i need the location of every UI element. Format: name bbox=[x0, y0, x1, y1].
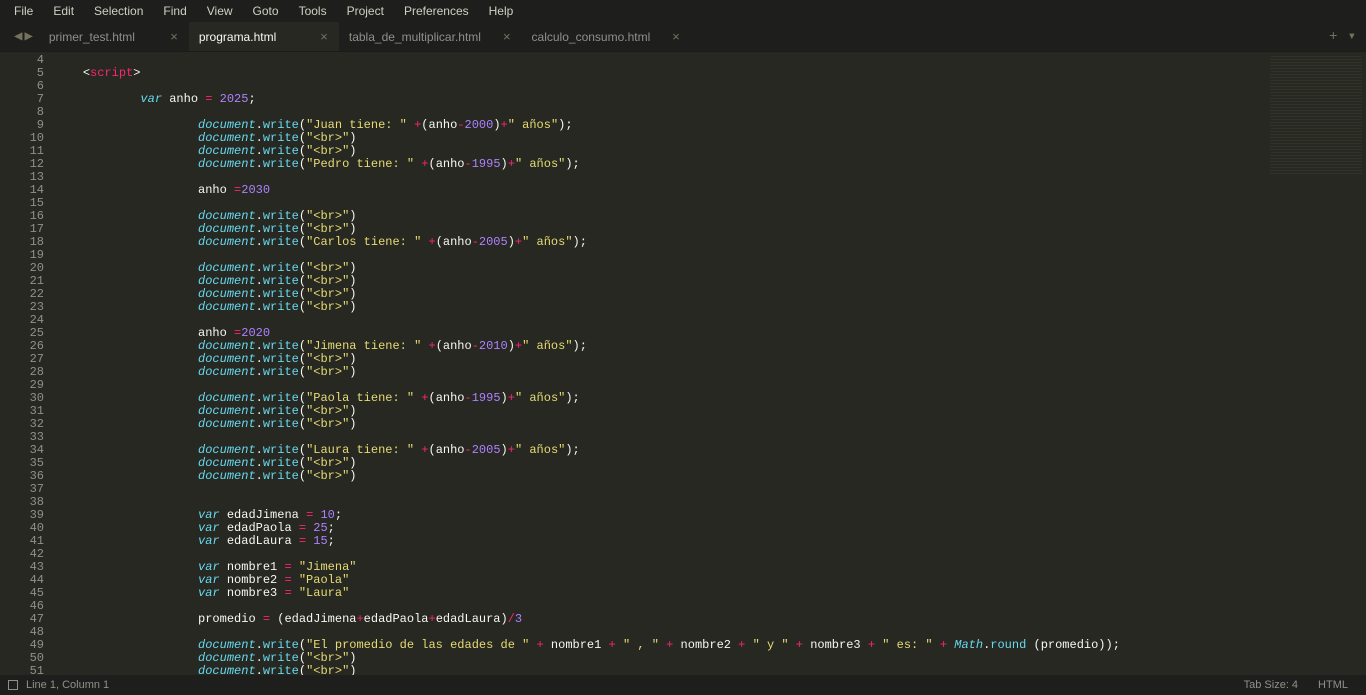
code-line bbox=[54, 54, 1366, 67]
tab-actions: + ▾ bbox=[1319, 22, 1366, 51]
menu-find[interactable]: Find bbox=[153, 1, 196, 21]
code-content[interactable]: <script> var anho = 2025; document.write… bbox=[48, 52, 1366, 675]
menu-edit[interactable]: Edit bbox=[43, 1, 84, 21]
tab-label: calculo_consumo.html bbox=[532, 30, 651, 44]
tab-bar: ◀ ▶ primer_test.html×programa.html×tabla… bbox=[0, 22, 1366, 52]
tab-primer_test-html[interactable]: primer_test.html × bbox=[39, 22, 189, 51]
editor-area[interactable]: 4567891011121314151617181920212223242526… bbox=[0, 52, 1366, 675]
code-line: document.write("<br>") bbox=[54, 301, 1366, 314]
cursor-position[interactable]: Line 1, Column 1 bbox=[26, 679, 109, 691]
code-line: <script> bbox=[54, 67, 1366, 80]
close-icon[interactable]: × bbox=[503, 29, 511, 44]
code-line: anho =2030 bbox=[54, 184, 1366, 197]
tab-label: primer_test.html bbox=[49, 30, 135, 44]
tab-programa-html[interactable]: programa.html × bbox=[189, 22, 339, 51]
menu-goto[interactable]: Goto bbox=[243, 1, 289, 21]
menu-file[interactable]: File bbox=[4, 1, 43, 21]
tab-nav: ◀ ▶ bbox=[8, 22, 39, 51]
nav-back-icon[interactable]: ◀ bbox=[14, 28, 22, 45]
code-line: var anho = 2025; bbox=[54, 93, 1366, 106]
menu-selection[interactable]: Selection bbox=[84, 1, 153, 21]
menu-project[interactable]: Project bbox=[337, 1, 394, 21]
code-line: document.write("<br>") bbox=[54, 418, 1366, 431]
close-icon[interactable]: × bbox=[170, 29, 178, 44]
close-icon[interactable]: × bbox=[672, 29, 680, 44]
minimap[interactable] bbox=[1270, 56, 1362, 176]
syntax-mode[interactable]: HTML bbox=[1308, 679, 1358, 691]
code-line: document.write("<br>") bbox=[54, 470, 1366, 483]
tab-label: programa.html bbox=[199, 30, 276, 44]
menu-tools[interactable]: Tools bbox=[289, 1, 337, 21]
menu-view[interactable]: View bbox=[197, 1, 243, 21]
tab-dropdown-icon[interactable]: ▾ bbox=[1348, 28, 1356, 45]
menu-bar: FileEditSelectionFindViewGotoToolsProjec… bbox=[0, 0, 1366, 22]
tab-size[interactable]: Tab Size: 4 bbox=[1234, 679, 1308, 691]
status-bar: Line 1, Column 1 Tab Size: 4 HTML bbox=[0, 675, 1366, 695]
line-number: 51 bbox=[0, 665, 48, 678]
close-icon[interactable]: × bbox=[320, 29, 328, 44]
code-line: document.write("Pedro tiene: " +(anho-19… bbox=[54, 158, 1366, 171]
line-gutter: 4567891011121314151617181920212223242526… bbox=[0, 52, 48, 675]
tab-label: tabla_de_multiplicar.html bbox=[349, 30, 481, 44]
new-tab-icon[interactable]: + bbox=[1329, 29, 1337, 45]
nav-forward-icon[interactable]: ▶ bbox=[24, 28, 32, 45]
menu-preferences[interactable]: Preferences bbox=[394, 1, 479, 21]
code-line: document.write("Carlos tiene: " +(anho-2… bbox=[54, 236, 1366, 249]
tab-tabla_de_multiplicar-html[interactable]: tabla_de_multiplicar.html × bbox=[339, 22, 522, 51]
menu-help[interactable]: Help bbox=[479, 1, 524, 21]
code-line: var edadLaura = 15; bbox=[54, 535, 1366, 548]
code-line bbox=[54, 483, 1366, 496]
panel-switch-icon[interactable] bbox=[8, 680, 18, 690]
code-line: document.write("<br>") bbox=[54, 366, 1366, 379]
code-line: var nombre3 = "Laura" bbox=[54, 587, 1366, 600]
code-line: promedio = (edadJimena+edadPaola+edadLau… bbox=[54, 613, 1366, 626]
code-line: document.write("<br>") bbox=[54, 665, 1366, 675]
tab-calculo_consumo-html[interactable]: calculo_consumo.html × bbox=[522, 22, 691, 51]
